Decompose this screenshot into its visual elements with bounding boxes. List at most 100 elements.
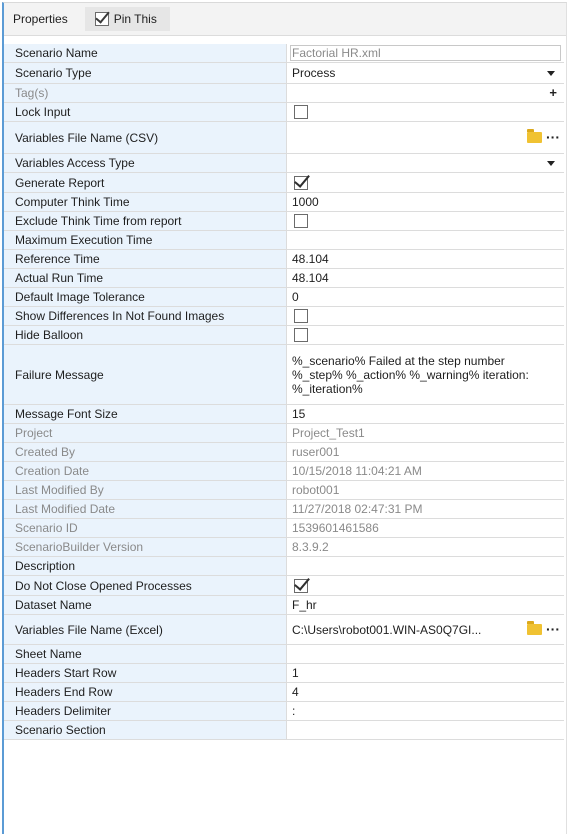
last-modified-date-value: 11/27/2018 02:47:31 PM (292, 502, 423, 516)
row-do-not-close: Do Not Close Opened Processes (4, 576, 564, 596)
property-label: Do Not Close Opened Processes (4, 576, 287, 595)
row-reference-time: Reference Time 48.104 (4, 250, 564, 269)
property-label: Scenario Section (4, 721, 287, 739)
ellipsis-icon[interactable]: ··· (546, 621, 560, 637)
description-value[interactable] (287, 557, 564, 575)
property-label: Headers Start Row (4, 664, 287, 682)
properties-toolbar: Properties Pin This (4, 3, 566, 36)
property-label: Scenario Name (4, 44, 287, 62)
chevron-down-icon[interactable] (547, 71, 555, 76)
panel-title: Properties (13, 12, 68, 26)
row-image-tolerance: Default Image Tolerance 0 (4, 288, 564, 307)
row-message-font-size: Message Font Size 15 (4, 405, 564, 424)
property-label: Default Image Tolerance (4, 288, 287, 306)
property-label: Reference Time (4, 250, 287, 268)
variables-excel-value[interactable]: C:\Users\robot001.WIN-AS0Q7GI... ··· (287, 615, 564, 644)
row-lock-input: Lock Input (4, 103, 564, 122)
property-label: Creation Date (4, 462, 287, 480)
reference-time-value[interactable]: 48.104 (287, 250, 564, 268)
pin-label: Pin This (113, 12, 157, 26)
folder-icon[interactable] (527, 620, 542, 635)
property-label: Hide Balloon (4, 326, 287, 344)
row-variables-csv: Variables File Name (CSV) ··· (4, 122, 564, 154)
property-label: Show Differences In Not Found Images (4, 307, 287, 325)
variables-excel-text: C:\Users\robot001.WIN-AS0Q7GI... (292, 622, 482, 637)
properties-panel: Properties Pin This Scenario Name Factor… (2, 2, 567, 834)
hide-balloon-checkbox[interactable] (294, 328, 308, 342)
scenario-type-select[interactable]: Process (287, 63, 564, 83)
pin-checkbox[interactable] (94, 12, 109, 26)
property-label: Last Modified Date (4, 500, 287, 518)
actual-run-time-value[interactable]: 48.104 (287, 269, 564, 287)
property-label: Maximum Execution Time (4, 231, 287, 249)
property-label: Message Font Size (4, 405, 287, 423)
property-label: ScenarioBuilder Version (4, 538, 287, 556)
row-last-modified-by: Last Modified By robot001 (4, 481, 564, 500)
builder-version-value: 8.3.9.2 (292, 540, 329, 554)
property-label: Headers Delimiter (4, 702, 287, 720)
headers-end-value[interactable]: 4 (287, 683, 564, 701)
tags-value[interactable]: + (287, 84, 564, 102)
row-show-diff: Show Differences In Not Found Images (4, 307, 564, 326)
row-scenario-type: Scenario Type Process (4, 63, 564, 84)
row-generate-report: Generate Report (4, 173, 564, 193)
property-label: Sheet Name (4, 645, 287, 663)
scenario-id-value: 1539601461586 (292, 521, 379, 535)
property-label: Last Modified By (4, 481, 287, 499)
exclude-think-value (287, 212, 564, 230)
row-description: Description (4, 557, 564, 576)
ellipsis-icon[interactable]: ··· (546, 129, 560, 145)
row-headers-start: Headers Start Row 1 (4, 664, 564, 683)
row-sheet-name: Sheet Name (4, 645, 564, 664)
row-builder-version: ScenarioBuilder Version 8.3.9.2 (4, 538, 564, 557)
image-tolerance-value[interactable]: 0 (287, 288, 564, 306)
row-scenario-section: Scenario Section (4, 721, 564, 740)
folder-icon[interactable] (527, 128, 542, 143)
row-max-exec: Maximum Execution Time (4, 231, 564, 250)
scenario-name-value[interactable]: Factorial HR.xml (287, 44, 564, 62)
do-not-close-checkbox[interactable] (294, 578, 308, 593)
message-font-size-value[interactable]: 15 (287, 405, 564, 423)
max-exec-value[interactable] (287, 231, 564, 249)
headers-start-value[interactable]: 1 (287, 664, 564, 682)
property-label: Scenario Type (4, 63, 287, 83)
plus-icon[interactable]: + (549, 85, 557, 100)
sheet-name-value[interactable] (287, 645, 564, 663)
row-created-by: Created By ruser001 (4, 443, 564, 462)
hide-balloon-value (287, 326, 564, 344)
headers-delimiter-value[interactable]: : (287, 702, 564, 720)
row-failure-message: Failure Message %_scenario% Failed at th… (4, 345, 564, 405)
chevron-down-icon[interactable] (547, 161, 555, 166)
property-label: Lock Input (4, 103, 287, 121)
property-label: Actual Run Time (4, 269, 287, 287)
property-label: Headers End Row (4, 683, 287, 701)
row-headers-delimiter: Headers Delimiter : (4, 702, 564, 721)
property-label: Scenario ID (4, 519, 287, 537)
failure-message-value[interactable]: %_scenario% Failed at the step number %_… (287, 345, 564, 404)
pin-this-toggle[interactable]: Pin This (84, 7, 170, 31)
do-not-close-value (287, 576, 564, 595)
row-scenario-id: Scenario ID 1539601461586 (4, 519, 564, 538)
lock-input-value (287, 103, 564, 121)
show-diff-value (287, 307, 564, 325)
property-label: Failure Message (4, 345, 287, 404)
variables-access-select[interactable] (287, 154, 564, 172)
row-headers-end: Headers End Row 4 (4, 683, 564, 702)
scenario-section-value[interactable] (287, 721, 564, 739)
row-exclude-think: Exclude Think Time from report (4, 212, 564, 231)
row-variables-excel: Variables File Name (Excel) C:\Users\rob… (4, 615, 564, 645)
row-variables-access: Variables Access Type (4, 154, 564, 173)
lock-input-checkbox[interactable] (294, 105, 308, 119)
creation-date-value: 10/15/2018 11:04:21 AM (292, 464, 422, 478)
row-creation-date: Creation Date 10/15/2018 11:04:21 AM (4, 462, 564, 481)
think-time-value[interactable]: 1000 (287, 193, 564, 211)
generate-report-checkbox[interactable] (294, 175, 308, 190)
property-label: Generate Report (4, 173, 287, 192)
property-label: Variables File Name (CSV) (4, 122, 287, 153)
row-project: Project Project_Test1 (4, 424, 564, 443)
dataset-name-value[interactable]: F_hr (287, 596, 564, 614)
exclude-think-checkbox[interactable] (294, 214, 308, 228)
last-modified-by-value: robot001 (292, 483, 340, 497)
variables-csv-value[interactable]: ··· (287, 122, 564, 153)
show-diff-checkbox[interactable] (294, 309, 308, 323)
